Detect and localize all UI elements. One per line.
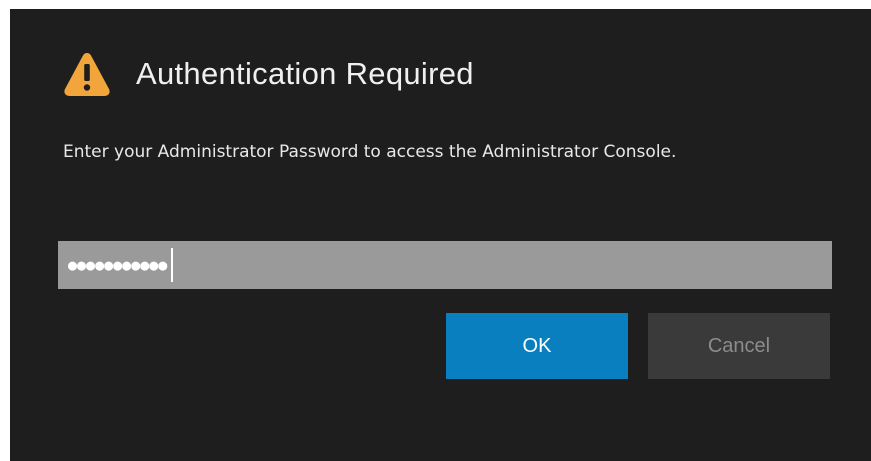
warning-triangle-icon (64, 53, 110, 96)
password-masked-value: ●●●●●●●●●●● (68, 256, 168, 274)
cancel-button[interactable]: Cancel (648, 313, 830, 379)
dialog-title: Authentication Required (136, 56, 474, 91)
authentication-dialog: Authentication Required Enter your Admin… (10, 9, 871, 461)
password-input[interactable]: ●●●●●●●●●●● (58, 241, 832, 289)
dialog-header: Authentication Required (62, 49, 474, 99)
text-caret (171, 248, 174, 282)
dialog-message: Enter your Administrator Password to acc… (63, 142, 677, 162)
ok-button[interactable]: OK (446, 313, 628, 379)
